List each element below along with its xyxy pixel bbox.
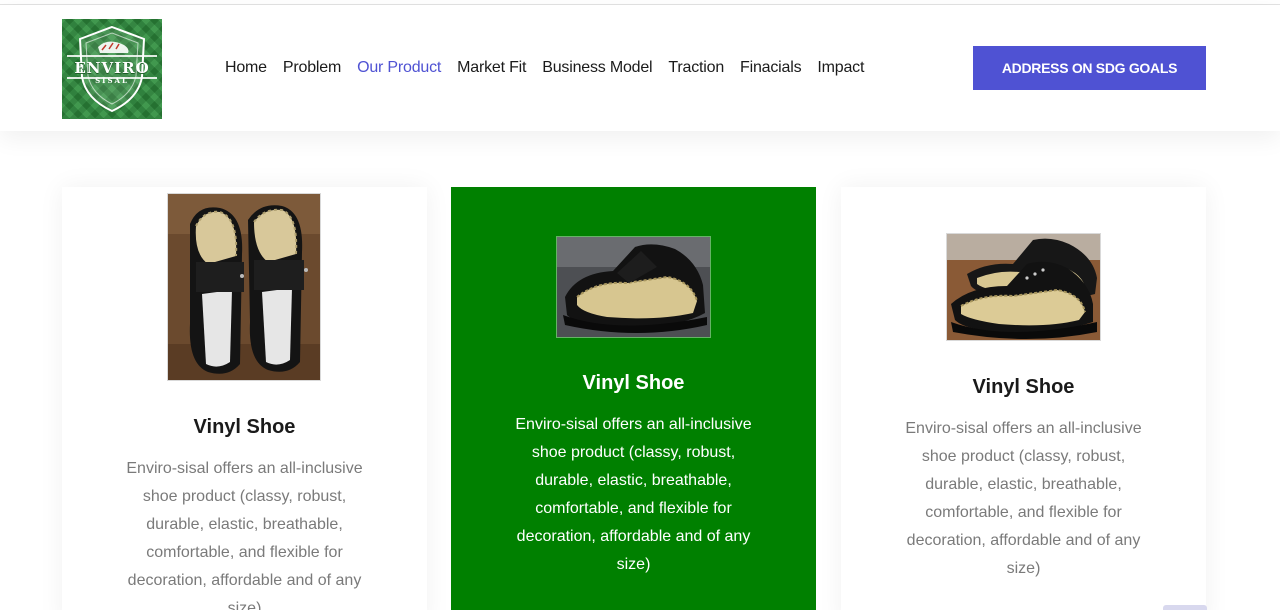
enviro-sisal-logo[interactable]: ENVIRO SISAL	[62, 19, 162, 119]
product-title: Vinyl Shoe	[582, 372, 685, 394]
product-description: Enviro-sisal offers an all-inclusive sho…	[126, 460, 363, 610]
nav-market-fit[interactable]: Market Fit	[457, 59, 526, 77]
scroll-to-top-button[interactable]	[1163, 605, 1207, 610]
product-card: Vinyl Shoe Enviro-sisal offers an all-in…	[62, 187, 427, 610]
product-photo-top-view	[167, 193, 321, 381]
main-nav: Home Problem Our Product Market Fit Busi…	[225, 57, 880, 79]
product-description: Enviro-sisal offers an all-inclusive sho…	[515, 416, 752, 573]
nav-business-model[interactable]: Business Model	[542, 59, 652, 77]
nav-our-product[interactable]: Our Product	[357, 59, 441, 77]
nav-traction[interactable]: Traction	[668, 59, 724, 77]
product-card: Vinyl Shoe Enviro-sisal offers an all-in…	[841, 187, 1206, 610]
logo-subword: SISAL	[95, 76, 129, 85]
site-header: ENVIRO SISAL Home Problem Our Product Ma…	[0, 5, 1280, 131]
product-title: Vinyl Shoe	[193, 416, 296, 438]
logo-word: ENVIRO	[74, 59, 150, 77]
product-photo-pair-view	[946, 233, 1101, 341]
product-title: Vinyl Shoe	[972, 376, 1075, 398]
nav-financials[interactable]: Finacials	[740, 59, 802, 77]
product-description: Enviro-sisal offers an all-inclusive sho…	[905, 420, 1142, 577]
nav-problem[interactable]: Problem	[283, 59, 341, 77]
nav-home[interactable]: Home	[225, 59, 267, 77]
product-card-highlighted: Vinyl Shoe Enviro-sisal offers an all-in…	[451, 187, 816, 610]
nav-impact[interactable]: Impact	[817, 59, 864, 77]
product-photo-side-view	[556, 236, 711, 338]
sdg-goals-button[interactable]: ADDRESS ON SDG GOALS	[973, 46, 1206, 90]
